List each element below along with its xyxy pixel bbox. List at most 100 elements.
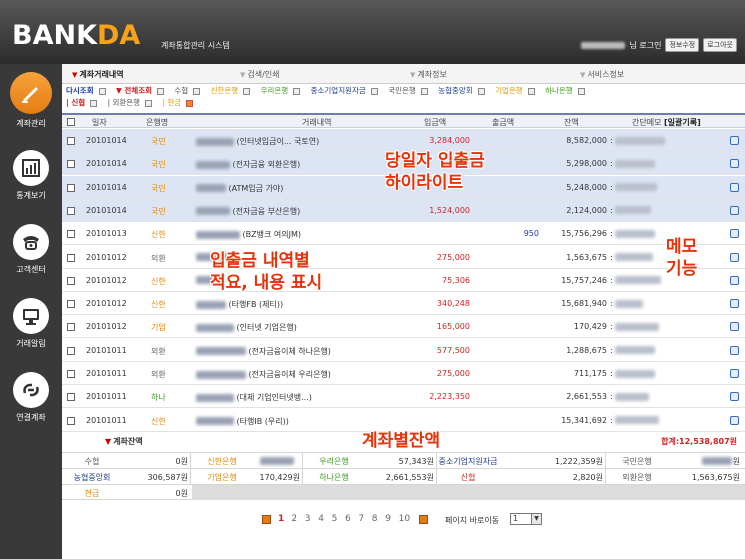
sidebar-item-stats[interactable]: 통계보기 [0,150,62,201]
row-memo[interactable]: : [610,253,654,262]
page-number[interactable]: 6 [345,514,351,524]
edit-memo-icon[interactable] [730,159,739,169]
filter-nonghyup[interactable]: 농협중앙회 [438,86,489,95]
table-row[interactable]: 20101012 기업 (인터넷 기업은행) 165,000 170,429: [62,315,745,339]
balance-bank-name[interactable]: 기업은행 [192,472,252,483]
filter-refresh[interactable]: 다시조회 [66,86,110,95]
edit-memo-icon[interactable] [730,415,739,425]
row-checkbox[interactable] [67,137,75,145]
filter-all[interactable]: ▼ 전체조회 [116,86,168,95]
row-checkbox[interactable] [67,370,75,378]
filter-suhyup[interactable]: 수협 [174,86,204,95]
page-number[interactable]: 3 [305,514,311,524]
page-number[interactable]: 7 [358,514,364,524]
table-row[interactable]: 20101014 국민 (인터넷입금이... 국토연) 3,284,000 8,582… [62,129,745,152]
row-checkbox[interactable] [67,183,75,192]
balance-bank-name[interactable]: 중소기업지원자금 [438,456,498,467]
edit-memo-icon[interactable] [730,205,739,215]
balance-bank-name[interactable]: 우리은행 [304,456,364,467]
page-jump-select[interactable]: 1 ▼ [510,513,542,525]
row-memo[interactable]: : [610,416,660,425]
filter-kookmin[interactable]: 국민은행 [388,86,432,95]
tab-transactions[interactable]: ▼ 계좌거래내역 [72,69,124,80]
row-memo[interactable]: : [610,276,662,285]
col-balance[interactable]: 잔액 [564,117,579,128]
edit-memo-icon[interactable] [730,299,739,309]
edit-memo-icon[interactable] [730,252,739,262]
balance-bank-name[interactable]: 외환은행 [607,472,667,483]
col-in[interactable]: 입금액 [424,117,446,128]
balance-bank-name[interactable]: 농협중앙회 [62,472,122,483]
edit-memo-icon[interactable] [730,345,739,355]
edit-memo-icon[interactable] [730,275,739,285]
table-row[interactable]: 20101014 국민 (전자금융 부산은행) 1,524,000 2,124,000… [62,198,745,222]
page-number[interactable]: 4 [318,514,324,524]
edit-memo-icon[interactable] [730,322,739,332]
table-row[interactable]: 20101011 외환 (전자금융이체 우리은행) 275,000 711,175: [62,362,745,385]
balance-bank-name[interactable]: 하나은행 [304,472,364,483]
row-memo[interactable]: : [610,322,660,331]
page-number[interactable]: 8 [372,514,378,524]
row-memo[interactable]: : [610,159,656,168]
row-memo[interactable]: : [610,183,658,192]
tab-account-info[interactable]: ▼ 계좌정보 [410,69,447,80]
edit-memo-icon[interactable] [730,229,739,239]
row-memo[interactable]: : [610,136,666,145]
filter-woori[interactable]: 우리은행 [261,86,305,95]
balance-bank-name[interactable]: 수협 [62,456,122,467]
filter-shinhyup[interactable]: | 신협 [66,98,101,107]
col-date[interactable]: 일자 [92,117,107,128]
table-row[interactable]: 20101011 하나 (대체 기업인터넷뱅...) 2,223,350 2,661,… [62,385,745,409]
filter-kEB[interactable]: | 외환은행 [108,98,157,107]
logo[interactable]: BANKDA [12,20,140,51]
row-checkbox[interactable] [67,393,75,402]
tab-search-print[interactable]: ▼ 검색/인쇄 [240,69,280,80]
select-all-checkbox[interactable] [67,118,75,126]
page-number[interactable]: 10 [399,514,410,524]
table-row[interactable]: 20101012 외환 275,000 1,563,675: [62,246,745,269]
sidebar-item-linked[interactable]: 연결계좌 [0,372,62,423]
sidebar-item-account[interactable]: 계좌관리 [0,72,62,129]
edit-memo-icon[interactable] [730,182,739,192]
sidebar-item-alerts[interactable]: 거래알림 [0,298,62,349]
row-checkbox[interactable] [67,323,75,332]
balance-bank-name[interactable]: 신협 [438,472,498,483]
row-memo[interactable]: : [610,369,656,378]
table-row[interactable]: 20101011 외환 (전자금융이체 하나은행) 577,500 1,288,675… [62,339,745,362]
row-checkbox[interactable] [67,253,75,262]
row-memo[interactable]: : [610,229,656,238]
balance-bank-name[interactable]: 현금 [62,488,122,499]
page-number[interactable]: 1 [278,514,284,524]
filter-ibk[interactable]: 기업은행 [495,86,539,95]
balance-bank-name[interactable]: 신한은행 [192,456,252,467]
filter-cash[interactable]: | 현금 [162,98,197,107]
edit-memo-icon[interactable] [730,136,739,145]
prev-page-icon[interactable] [262,515,271,524]
row-checkbox[interactable] [67,346,75,355]
edit-profile-button[interactable]: 정보수정 [665,38,700,52]
page-number[interactable]: 9 [385,514,391,524]
row-checkbox[interactable] [67,300,75,309]
col-out[interactable]: 출금액 [492,117,514,128]
page-number[interactable]: 5 [332,514,338,524]
page-number[interactable]: 2 [291,514,297,524]
next-page-icon[interactable] [419,515,428,524]
logout-button[interactable]: 로그아웃 [703,38,737,52]
table-row[interactable]: 20101012 신한 (타행FB (제티)) 340,248 15,681,940: [62,292,745,316]
row-memo[interactable]: : [610,392,650,401]
filter-shinhan[interactable]: 신한은행 [211,86,255,95]
balance-bank-name[interactable]: 국민은행 [607,456,667,467]
table-row[interactable]: 20101012 신한 75,306 15,757,246: [62,269,745,292]
table-row[interactable]: 20101013 신한 (BZ뱅크 여의JM) 950 15,756,296: [62,222,745,246]
row-checkbox[interactable] [67,206,75,215]
row-checkbox[interactable] [67,160,75,169]
row-checkbox[interactable] [67,276,75,285]
table-row[interactable]: 20101011 신한 (타행IB (우리)) 15,341,692: [62,409,745,432]
row-checkbox[interactable] [67,416,75,425]
edit-memo-icon[interactable] [730,369,739,378]
bulk-record-link[interactable]: [일괄기록] [664,118,701,127]
tab-service-info[interactable]: ▼ 서비스정보 [580,69,624,80]
edit-memo-icon[interactable] [730,392,739,402]
filter-sme-fund[interactable]: 중소기업지원자금 [311,86,382,95]
row-checkbox[interactable] [67,230,75,239]
